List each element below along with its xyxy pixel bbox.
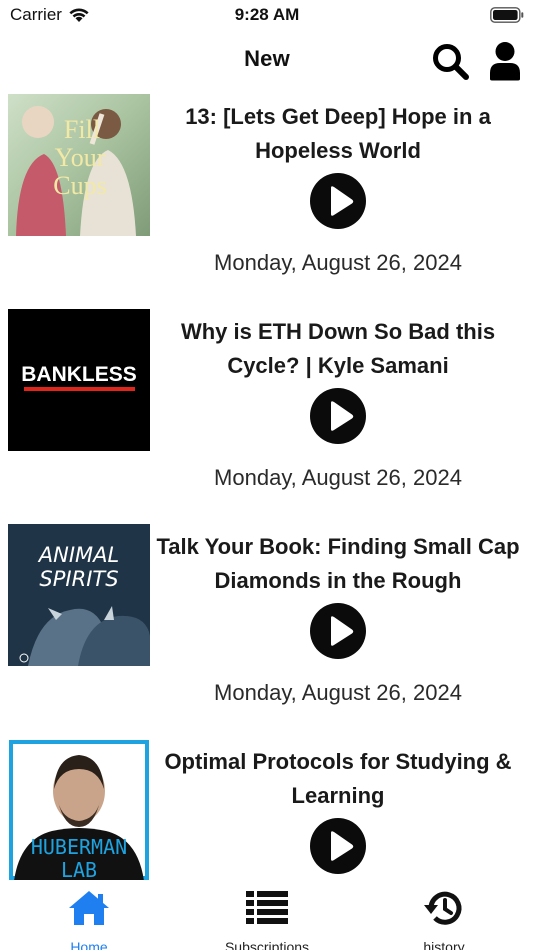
svg-text:LAB: LAB [61, 858, 97, 880]
search-icon[interactable] [431, 42, 471, 82]
history-icon [424, 891, 462, 925]
play-icon [331, 831, 354, 861]
battery-icon [490, 7, 524, 23]
svg-text:Your: Your [55, 143, 106, 172]
episode-artwork[interactable]: BANKLESS [8, 309, 150, 451]
user-icon[interactable] [488, 41, 522, 81]
artwork-text: BANKLESS [21, 363, 137, 386]
tab-history-label: history [423, 939, 465, 950]
svg-text:SPIRITS: SPIRITS [39, 567, 118, 591]
navigation-bar: New [0, 38, 534, 84]
play-button[interactable] [310, 388, 366, 444]
svg-text:Cups: Cups [53, 171, 106, 200]
play-button[interactable] [310, 173, 366, 229]
episode-date: Monday, August 26, 2024 [214, 465, 462, 490]
tab-home-label: Home [70, 939, 108, 950]
episode-title[interactable]: Optimal Protocols for Studying & Learnin… [148, 745, 528, 813]
list-icon [246, 891, 288, 924]
play-icon [331, 401, 354, 431]
episode-artwork[interactable]: HUBERMAN LAB [8, 739, 150, 880]
tab-home[interactable]: Home [9, 886, 169, 950]
play-button[interactable] [310, 603, 366, 659]
episode-feed[interactable]: Fill Your Cups 13: [Lets Get Deep] Hope … [0, 94, 534, 880]
artwork-text: Fill [64, 115, 100, 144]
home-icon [69, 891, 109, 925]
artwork-bankless: BANKLESS [8, 309, 150, 451]
episode-title[interactable]: Why is ETH Down So Bad this Cycle? | Kyl… [148, 315, 528, 383]
status-bar: Carrier 9:28 AM [0, 0, 534, 30]
play-button[interactable] [310, 818, 366, 874]
episode-title[interactable]: 13: [Lets Get Deep] Hope in a Hopeless W… [148, 100, 528, 168]
play-icon [331, 186, 354, 216]
artwork-animal-spirits: ANIMAL SPIRITS [8, 524, 150, 666]
episode-item[interactable]: ANIMAL SPIRITS Talk Your Book: Finding S… [0, 524, 534, 739]
tab-history[interactable]: history [364, 886, 524, 950]
tab-subscriptions-label: Subscriptions [224, 939, 310, 950]
episode-item[interactable]: HUBERMAN LAB Optimal Protocols for Study… [0, 739, 534, 880]
episode-item[interactable]: Fill Your Cups 13: [Lets Get Deep] Hope … [0, 94, 534, 309]
artwork-text: ANIMAL [37, 543, 119, 567]
episode-artwork[interactable]: Fill Your Cups [8, 94, 150, 236]
episode-date: Monday, August 26, 2024 [214, 680, 462, 705]
artwork-text: HUBERMAN [31, 835, 127, 859]
play-icon [331, 616, 354, 646]
tab-bar: Home Subscriptions history [0, 880, 534, 950]
tab-subscriptions[interactable]: Subscriptions [187, 886, 347, 950]
artwork-huberman-lab: HUBERMAN LAB [8, 739, 150, 880]
episode-date: Monday, August 26, 2024 [214, 250, 462, 275]
status-time: 9:28 AM [234, 5, 300, 24]
episode-title[interactable]: Talk Your Book: Finding Small Cap Diamon… [148, 530, 528, 598]
artwork-fill-your-cups: Fill Your Cups [8, 94, 150, 236]
episode-item[interactable]: BANKLESS Why is ETH Down So Bad this Cyc… [0, 309, 534, 524]
episode-artwork[interactable]: ANIMAL SPIRITS [8, 524, 150, 666]
